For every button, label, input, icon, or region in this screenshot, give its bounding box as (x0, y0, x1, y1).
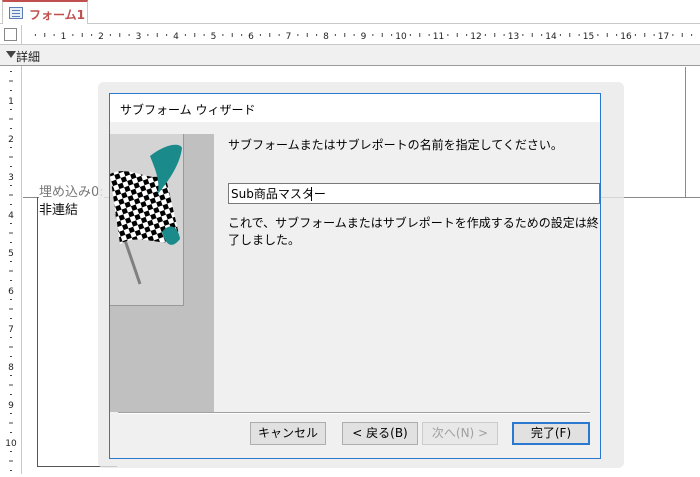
ruler-label: 8 (8, 363, 14, 373)
ruler-label: 1 (8, 97, 14, 107)
horizontal-ruler[interactable]: 1 2 3 4 5 6 7 8 9 10 11 12 13 14 15 16 17 (22, 25, 700, 45)
ruler-label: 15 (583, 32, 594, 42)
ruler-label: 6 (8, 287, 14, 297)
ruler-label: 10 (395, 32, 407, 42)
horizontal-ruler-ticks: 1 2 3 4 5 6 7 8 9 10 11 12 13 14 15 16 17 (34, 32, 693, 42)
button-divider (118, 412, 590, 414)
ruler-label: 7 (8, 325, 14, 335)
subform-name-input[interactable] (228, 183, 600, 204)
ruler-label: 3 (8, 173, 14, 183)
ruler-label: 7 (286, 32, 292, 42)
next-button[interactable]: 次へ(N) > (422, 422, 498, 445)
completion-message: これで、サブフォームまたはサブレポートを作成するための設定は終了しました。 (228, 216, 599, 247)
ruler-label: 8 (323, 32, 329, 42)
section-label: 詳細 (16, 50, 41, 64)
ruler-label: 2 (98, 32, 104, 42)
unbound-label[interactable]: 非連結 (39, 199, 78, 218)
dialog-title-bar[interactable]: サブフォーム ウィザード (110, 94, 600, 122)
section-collapse-icon (6, 51, 16, 58)
ruler-label: 1 (61, 32, 67, 42)
ruler-label: 16 (620, 32, 632, 42)
ruler-label: 9 (8, 401, 14, 411)
checkered-flag-icon (110, 144, 182, 285)
ruler-label: 3 (136, 32, 142, 42)
document-tab-form1[interactable]: フォーム1 (2, 0, 88, 24)
instruction-text: サブフォームまたはサブレポートの名前を指定してください。 (228, 138, 563, 152)
detail-section-bar[interactable]: 詳細 (0, 45, 700, 66)
ruler-label: 5 (211, 32, 217, 42)
ruler-label: 9 (361, 32, 367, 42)
finish-button[interactable]: 完了(F) (512, 422, 590, 445)
subform-control-outline[interactable] (37, 197, 40, 467)
vertical-ruler[interactable]: 1 2 3 4 5 6 7 8 9 10 (0, 66, 22, 474)
ruler-label: 12 (470, 32, 481, 42)
ruler-corner[interactable] (0, 25, 22, 45)
text-caret (311, 187, 312, 201)
ruler-label: 5 (8, 249, 14, 259)
wizard-art-panel (110, 134, 214, 412)
ruler-label: 6 (248, 32, 254, 42)
ruler-label: 13 (508, 32, 519, 42)
cancel-button[interactable]: キャンセル (250, 422, 326, 445)
document-tab-bar: フォーム1 (0, 0, 700, 24)
ruler-label: 14 (545, 32, 557, 42)
ruler-label: 10 (5, 439, 17, 449)
vertical-ruler-ticks: 1 2 3 4 5 6 7 8 9 10 (5, 71, 17, 471)
dialog-title: サブフォーム ウィザード (120, 103, 256, 117)
ruler-label: 4 (173, 32, 179, 42)
form-boundary-right[interactable] (685, 67, 686, 197)
subform-wizard-dialog: サブフォーム ウィザード サブフォームまたはサブレポートの名前を指定してください… (109, 93, 601, 459)
form-selector-box[interactable] (4, 28, 17, 41)
ruler-label: 2 (8, 135, 14, 145)
form-icon (9, 7, 23, 19)
document-tab-label: フォーム1 (29, 8, 85, 22)
back-button[interactable]: < 戻る(B) (342, 422, 418, 445)
ruler-label: 4 (8, 211, 14, 221)
embed-label[interactable]: 埋め込み0: (39, 181, 104, 200)
ruler-label: 17 (658, 32, 669, 42)
ruler-label: 11 (433, 32, 444, 42)
